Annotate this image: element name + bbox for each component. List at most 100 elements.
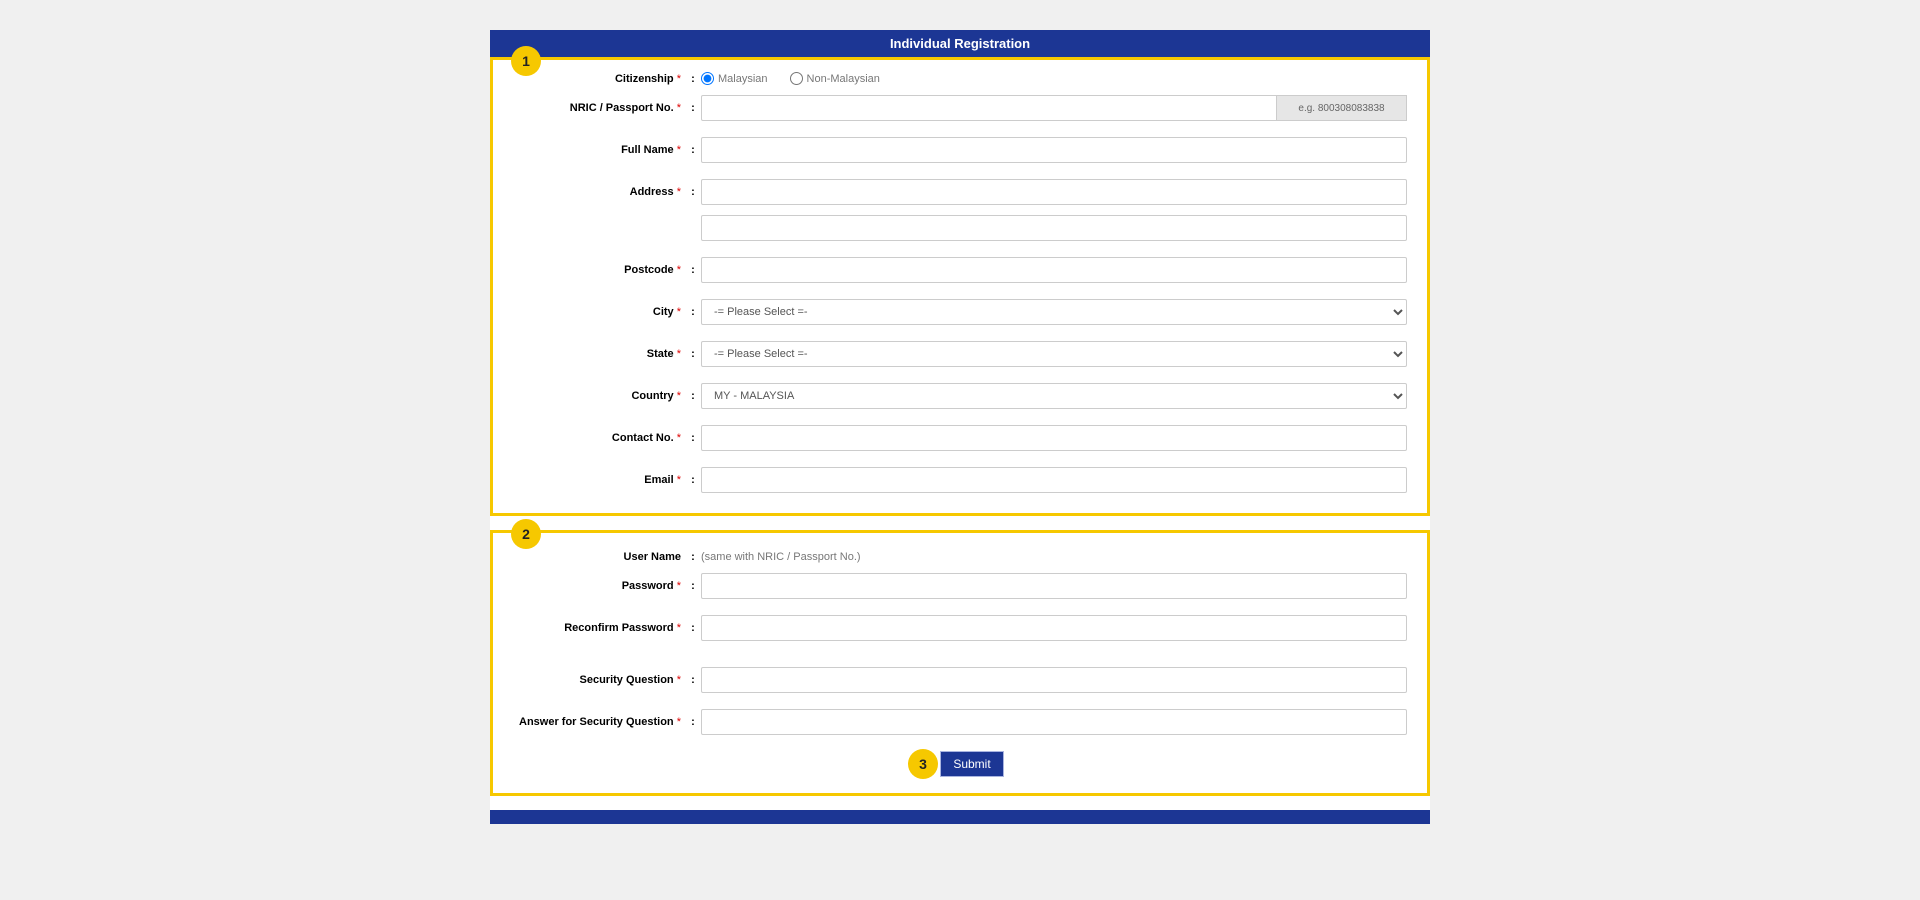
colon: : [685, 622, 701, 634]
row-address-1: Address * : [513, 179, 1407, 205]
address-input-1[interactable] [701, 179, 1407, 205]
field-nric: e.g. 800308083838 [701, 95, 1407, 121]
label-security-answer: Answer for Security Question * [513, 716, 685, 728]
radio-malaysian[interactable] [701, 72, 714, 85]
row-fullname: Full Name * : [513, 137, 1407, 163]
row-postcode: Postcode * : [513, 257, 1407, 283]
required-asterisk: * [677, 306, 681, 318]
required-asterisk: * [677, 474, 681, 486]
row-nric: NRIC / Passport No. * : e.g. 80030808383… [513, 95, 1407, 121]
required-asterisk: * [677, 716, 681, 728]
postcode-input[interactable] [701, 257, 1407, 283]
label-fullname: Full Name * [513, 144, 685, 156]
label-country: Country * [513, 390, 685, 402]
nric-hint: e.g. 800308083838 [1277, 95, 1407, 121]
row-contact: Contact No. * : [513, 425, 1407, 451]
colon: : [685, 432, 701, 444]
row-country: Country * : MY - MALAYSIA [513, 383, 1407, 409]
label-password: Password * [513, 580, 685, 592]
colon: : [685, 390, 701, 402]
row-reconfirm: Reconfirm Password * : [513, 615, 1407, 641]
required-asterisk: * [677, 348, 681, 360]
registration-container: Individual Registration 1 Citizenship * … [490, 30, 1430, 824]
colon: : [685, 580, 701, 592]
label-address: Address * [513, 186, 685, 198]
label-username: User Name [513, 551, 685, 563]
colon: : [685, 102, 701, 114]
security-answer-input[interactable] [701, 709, 1407, 735]
row-city: City * : -= Please Select =- [513, 299, 1407, 325]
required-asterisk: * [677, 674, 681, 686]
citizenship-radio-group: Malaysian Non-Malaysian [701, 72, 880, 85]
row-security-question: Security Question * : [513, 667, 1407, 693]
radio-non-malaysian-label[interactable]: Non-Malaysian [790, 72, 880, 85]
label-state: State * [513, 348, 685, 360]
row-email: Email * : [513, 467, 1407, 493]
password-input[interactable] [701, 573, 1407, 599]
required-asterisk: * [677, 580, 681, 592]
label-citizenship: Citizenship * [513, 73, 685, 85]
label-reconfirm: Reconfirm Password * [513, 622, 685, 634]
required-asterisk: * [677, 73, 681, 85]
colon: : [685, 186, 701, 198]
colon: : [685, 264, 701, 276]
nric-input[interactable] [701, 95, 1277, 121]
field-address-2 [701, 215, 1407, 241]
field-citizenship: Malaysian Non-Malaysian [701, 72, 1407, 85]
section-personal-info: 1 Citizenship * : Malaysian Non-Malaysia… [490, 57, 1430, 516]
required-asterisk: * [677, 264, 681, 276]
label-security-question: Security Question * [513, 674, 685, 686]
section-badge-3: 3 [908, 749, 938, 779]
field-security-question [701, 667, 1407, 693]
colon: : [685, 73, 701, 85]
row-password: Password * : [513, 573, 1407, 599]
colon: : [685, 474, 701, 486]
field-reconfirm [701, 615, 1407, 641]
row-security-answer: Answer for Security Question * : [513, 709, 1407, 735]
field-contact [701, 425, 1407, 451]
contact-input[interactable] [701, 425, 1407, 451]
field-security-answer [701, 709, 1407, 735]
row-citizenship: Citizenship * : Malaysian Non-Malaysian [513, 72, 1407, 85]
security-question-input[interactable] [701, 667, 1407, 693]
required-asterisk: * [677, 102, 681, 114]
required-asterisk: * [677, 144, 681, 156]
field-username: (same with NRIC / Passport No.) [701, 551, 1407, 563]
required-asterisk: * [677, 432, 681, 444]
label-contact: Contact No. * [513, 432, 685, 444]
field-postcode [701, 257, 1407, 283]
page-title-bar: Individual Registration [490, 30, 1430, 57]
label-email: Email * [513, 474, 685, 486]
label-nric: NRIC / Passport No. * [513, 102, 685, 114]
field-fullname [701, 137, 1407, 163]
page-title: Individual Registration [890, 36, 1030, 51]
country-select[interactable]: MY - MALAYSIA [701, 383, 1407, 409]
section-badge-2: 2 [511, 519, 541, 549]
row-state: State * : -= Please Select =- [513, 341, 1407, 367]
city-select[interactable]: -= Please Select =- [701, 299, 1407, 325]
radio-non-malaysian[interactable] [790, 72, 803, 85]
colon: : [685, 306, 701, 318]
fullname-input[interactable] [701, 137, 1407, 163]
email-input[interactable] [701, 467, 1407, 493]
colon: : [685, 144, 701, 156]
address-input-2[interactable] [701, 215, 1407, 241]
field-email [701, 467, 1407, 493]
state-select[interactable]: -= Please Select =- [701, 341, 1407, 367]
footer-bar [490, 810, 1430, 824]
field-city: -= Please Select =- [701, 299, 1407, 325]
row-username: User Name : (same with NRIC / Passport N… [513, 551, 1407, 563]
row-address-2 [513, 215, 1407, 241]
required-asterisk: * [677, 390, 681, 402]
username-note: (same with NRIC / Passport No.) [701, 551, 861, 563]
field-country: MY - MALAYSIA [701, 383, 1407, 409]
section-account-info: 2 User Name : (same with NRIC / Passport… [490, 530, 1430, 796]
submit-button[interactable]: Submit [940, 751, 1003, 777]
reconfirm-password-input[interactable] [701, 615, 1407, 641]
colon: : [685, 551, 701, 563]
field-address-1 [701, 179, 1407, 205]
submit-wrap: 3 Submit [513, 751, 1407, 777]
section-badge-1: 1 [511, 46, 541, 76]
colon: : [685, 348, 701, 360]
radio-malaysian-label[interactable]: Malaysian [701, 72, 768, 85]
